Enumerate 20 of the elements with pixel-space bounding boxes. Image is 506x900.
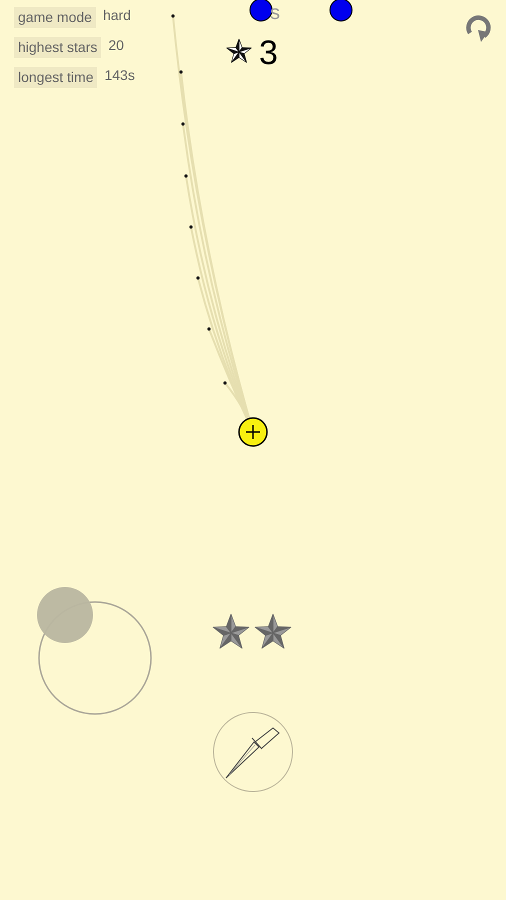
star-icon xyxy=(226,38,252,63)
stat-label: game mode xyxy=(14,7,96,28)
stat-value: hard xyxy=(102,6,131,24)
player-ball xyxy=(238,417,268,447)
dot xyxy=(196,276,200,280)
dot xyxy=(207,327,211,331)
stat-value: 143s xyxy=(104,66,135,84)
score-text: 3 xyxy=(259,36,278,70)
stat-label: highest stars xyxy=(14,37,102,58)
dot xyxy=(223,381,227,385)
refresh-icon[interactable] xyxy=(466,15,491,42)
dot xyxy=(184,174,188,178)
dot xyxy=(171,14,175,18)
stat-label: longest time xyxy=(14,67,98,88)
dot xyxy=(181,122,185,126)
timer-text: s xyxy=(270,3,280,23)
stat-value: 20 xyxy=(108,36,124,54)
dot xyxy=(179,70,183,74)
dot xyxy=(189,225,193,229)
dagger-button[interactable] xyxy=(213,712,293,792)
